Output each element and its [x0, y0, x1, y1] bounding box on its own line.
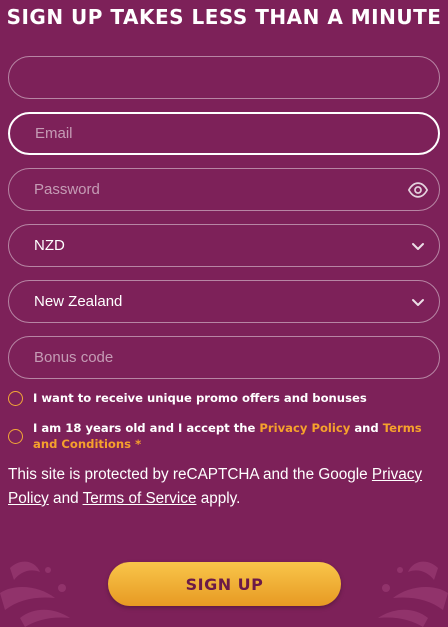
- country-value: New Zealand: [34, 293, 123, 310]
- email-field[interactable]: [8, 112, 440, 155]
- bonus-code-input[interactable]: [34, 337, 389, 378]
- first-field[interactable]: [8, 56, 440, 99]
- decorative-flourish-icon: [378, 561, 448, 627]
- chevron-down-icon: [412, 298, 424, 306]
- age-consent-checkbox[interactable]: [8, 429, 23, 444]
- age-consent-row: I am 18 years old and I accept the Priva…: [8, 420, 440, 452]
- bonus-code-field[interactable]: [8, 336, 440, 379]
- promo-consent-checkbox[interactable]: [8, 391, 23, 406]
- recaptcha-text: apply.: [196, 490, 241, 507]
- age-consent-text: I am 18 years old and I accept the: [33, 421, 260, 435]
- first-field-input[interactable]: [34, 57, 389, 98]
- currency-value: NZD: [34, 237, 65, 254]
- currency-select[interactable]: NZD: [8, 224, 440, 267]
- age-consent-label: I am 18 years old and I accept the Priva…: [33, 420, 440, 452]
- promo-consent-label: I want to receive unique promo offers an…: [33, 391, 367, 405]
- privacy-policy-link[interactable]: Privacy Policy: [259, 421, 350, 435]
- recaptcha-text: This site is protected by reCAPTCHA and …: [8, 466, 372, 483]
- promo-consent-row: I want to receive unique promo offers an…: [8, 390, 440, 406]
- email-input[interactable]: [35, 114, 388, 153]
- chevron-down-icon: [412, 242, 424, 250]
- decorative-flourish-icon: [0, 561, 70, 627]
- recaptcha-text: and: [48, 490, 83, 507]
- signup-page: Sign up takes less than a minute NZD New…: [0, 0, 448, 627]
- signup-button[interactable]: SIGN UP: [108, 562, 341, 606]
- age-consent-text: and: [350, 421, 383, 435]
- country-select[interactable]: New Zealand: [8, 280, 440, 323]
- google-terms-link[interactable]: Terms of Service: [83, 490, 197, 507]
- page-title: Sign up takes less than a minute: [6, 5, 442, 29]
- eye-icon[interactable]: [407, 179, 429, 201]
- recaptcha-notice: This site is protected by reCAPTCHA and …: [8, 463, 440, 511]
- password-input[interactable]: [34, 169, 389, 210]
- password-field[interactable]: [8, 168, 440, 211]
